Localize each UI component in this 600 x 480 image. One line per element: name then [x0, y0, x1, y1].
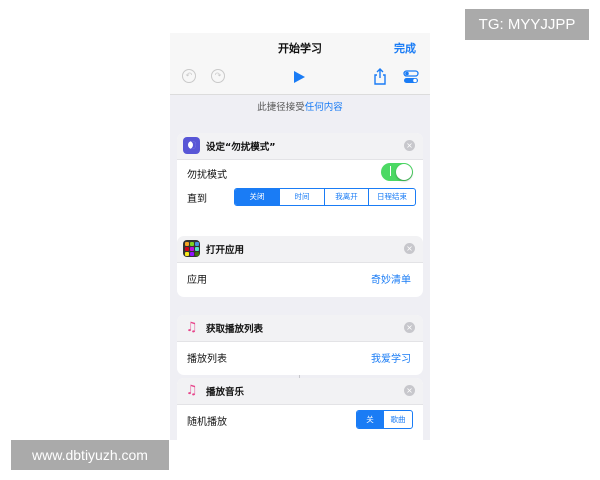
action-title: 打开应用: [206, 245, 245, 256]
play-icon[interactable]: [294, 71, 305, 83]
music-note-icon: ♫: [185, 320, 198, 335]
dnd-toggle-row: 勿扰模式: [177, 160, 423, 184]
action-title: 播放音乐: [206, 387, 245, 398]
watermark-url: www.dbtiyuzh.com: [11, 440, 169, 470]
moon-icon: [183, 137, 200, 154]
until-segmented-control[interactable]: 关闭 时间 我离开 日程结束: [234, 188, 416, 206]
settings-icon[interactable]: [403, 70, 419, 84]
segment-time[interactable]: 时间: [279, 189, 324, 205]
close-icon[interactable]: ×: [404, 243, 415, 254]
segment-off[interactable]: 关闭: [235, 189, 279, 205]
navigation-bar: 开始学习 完成 ↶ ↷: [170, 33, 430, 95]
accepts-label: 此捷径接受: [257, 102, 305, 113]
action-set-dnd[interactable]: 设定“勿扰模式” × 勿扰模式 直到 关闭 时间 我离开 日程结束: [177, 133, 423, 249]
row-label: 直到: [187, 194, 207, 205]
segment-off[interactable]: 关: [357, 411, 383, 428]
action-open-app[interactable]: 打开应用 × 应用 奇妙清单: [177, 236, 423, 297]
action-header: 设定“勿扰模式” ×: [177, 133, 423, 160]
redo-icon[interactable]: ↷: [211, 69, 225, 83]
row-value[interactable]: 奇妙清单: [371, 271, 411, 286]
apps-icon: [183, 240, 200, 257]
app-row[interactable]: 应用 奇妙清单: [177, 263, 423, 293]
until-row: 直到 关闭 时间 我离开 日程结束: [177, 184, 423, 208]
segment-event-end[interactable]: 日程结束: [368, 189, 415, 205]
row-value[interactable]: 我爱学习: [371, 350, 411, 365]
shortcut-editor: 开始学习 完成 ↶ ↷ 此捷径接受任何内容 设定“勿扰模式” × 勿扰模式 直到…: [170, 33, 430, 440]
watermark-tg: TG: MYYJJPP: [465, 9, 589, 40]
done-button[interactable]: 完成: [394, 40, 416, 56]
accepts-input-row[interactable]: 此捷径接受任何内容: [170, 95, 430, 121]
shuffle-segmented-control[interactable]: 关 歌曲: [356, 410, 413, 429]
dnd-toggle[interactable]: [381, 163, 413, 181]
close-icon[interactable]: ×: [404, 322, 415, 333]
segment-leave[interactable]: 我离开: [324, 189, 368, 205]
row-label: 播放列表: [187, 354, 227, 365]
page-title: 开始学习: [278, 42, 322, 55]
action-header: 打开应用 ×: [177, 236, 423, 263]
row-label: 勿扰模式: [187, 170, 227, 181]
undo-icon[interactable]: ↶: [182, 69, 196, 83]
row-label: 随机播放: [187, 417, 227, 428]
accepts-type-link[interactable]: 任何内容: [305, 102, 343, 113]
music-note-icon: ♫: [185, 383, 198, 398]
close-icon[interactable]: ×: [404, 140, 415, 151]
action-header: ♫ 播放音乐 ×: [177, 378, 423, 405]
share-icon[interactable]: [373, 68, 387, 85]
row-label: 应用: [187, 275, 207, 286]
action-get-playlist[interactable]: ♫ 获取播放列表 × 播放列表 我爱学习: [177, 315, 423, 375]
playlist-row[interactable]: 播放列表 我爱学习: [177, 342, 423, 372]
segment-songs[interactable]: 歌曲: [383, 411, 412, 428]
shuffle-row: 随机播放 关 歌曲: [177, 405, 423, 435]
action-header: ♫ 获取播放列表 ×: [177, 315, 423, 342]
action-title: 获取播放列表: [206, 324, 264, 335]
action-play-music[interactable]: ♫ 播放音乐 × 随机播放 关 歌曲: [177, 378, 423, 440]
action-title: 设定“勿扰模式”: [206, 142, 276, 153]
close-icon[interactable]: ×: [404, 385, 415, 396]
